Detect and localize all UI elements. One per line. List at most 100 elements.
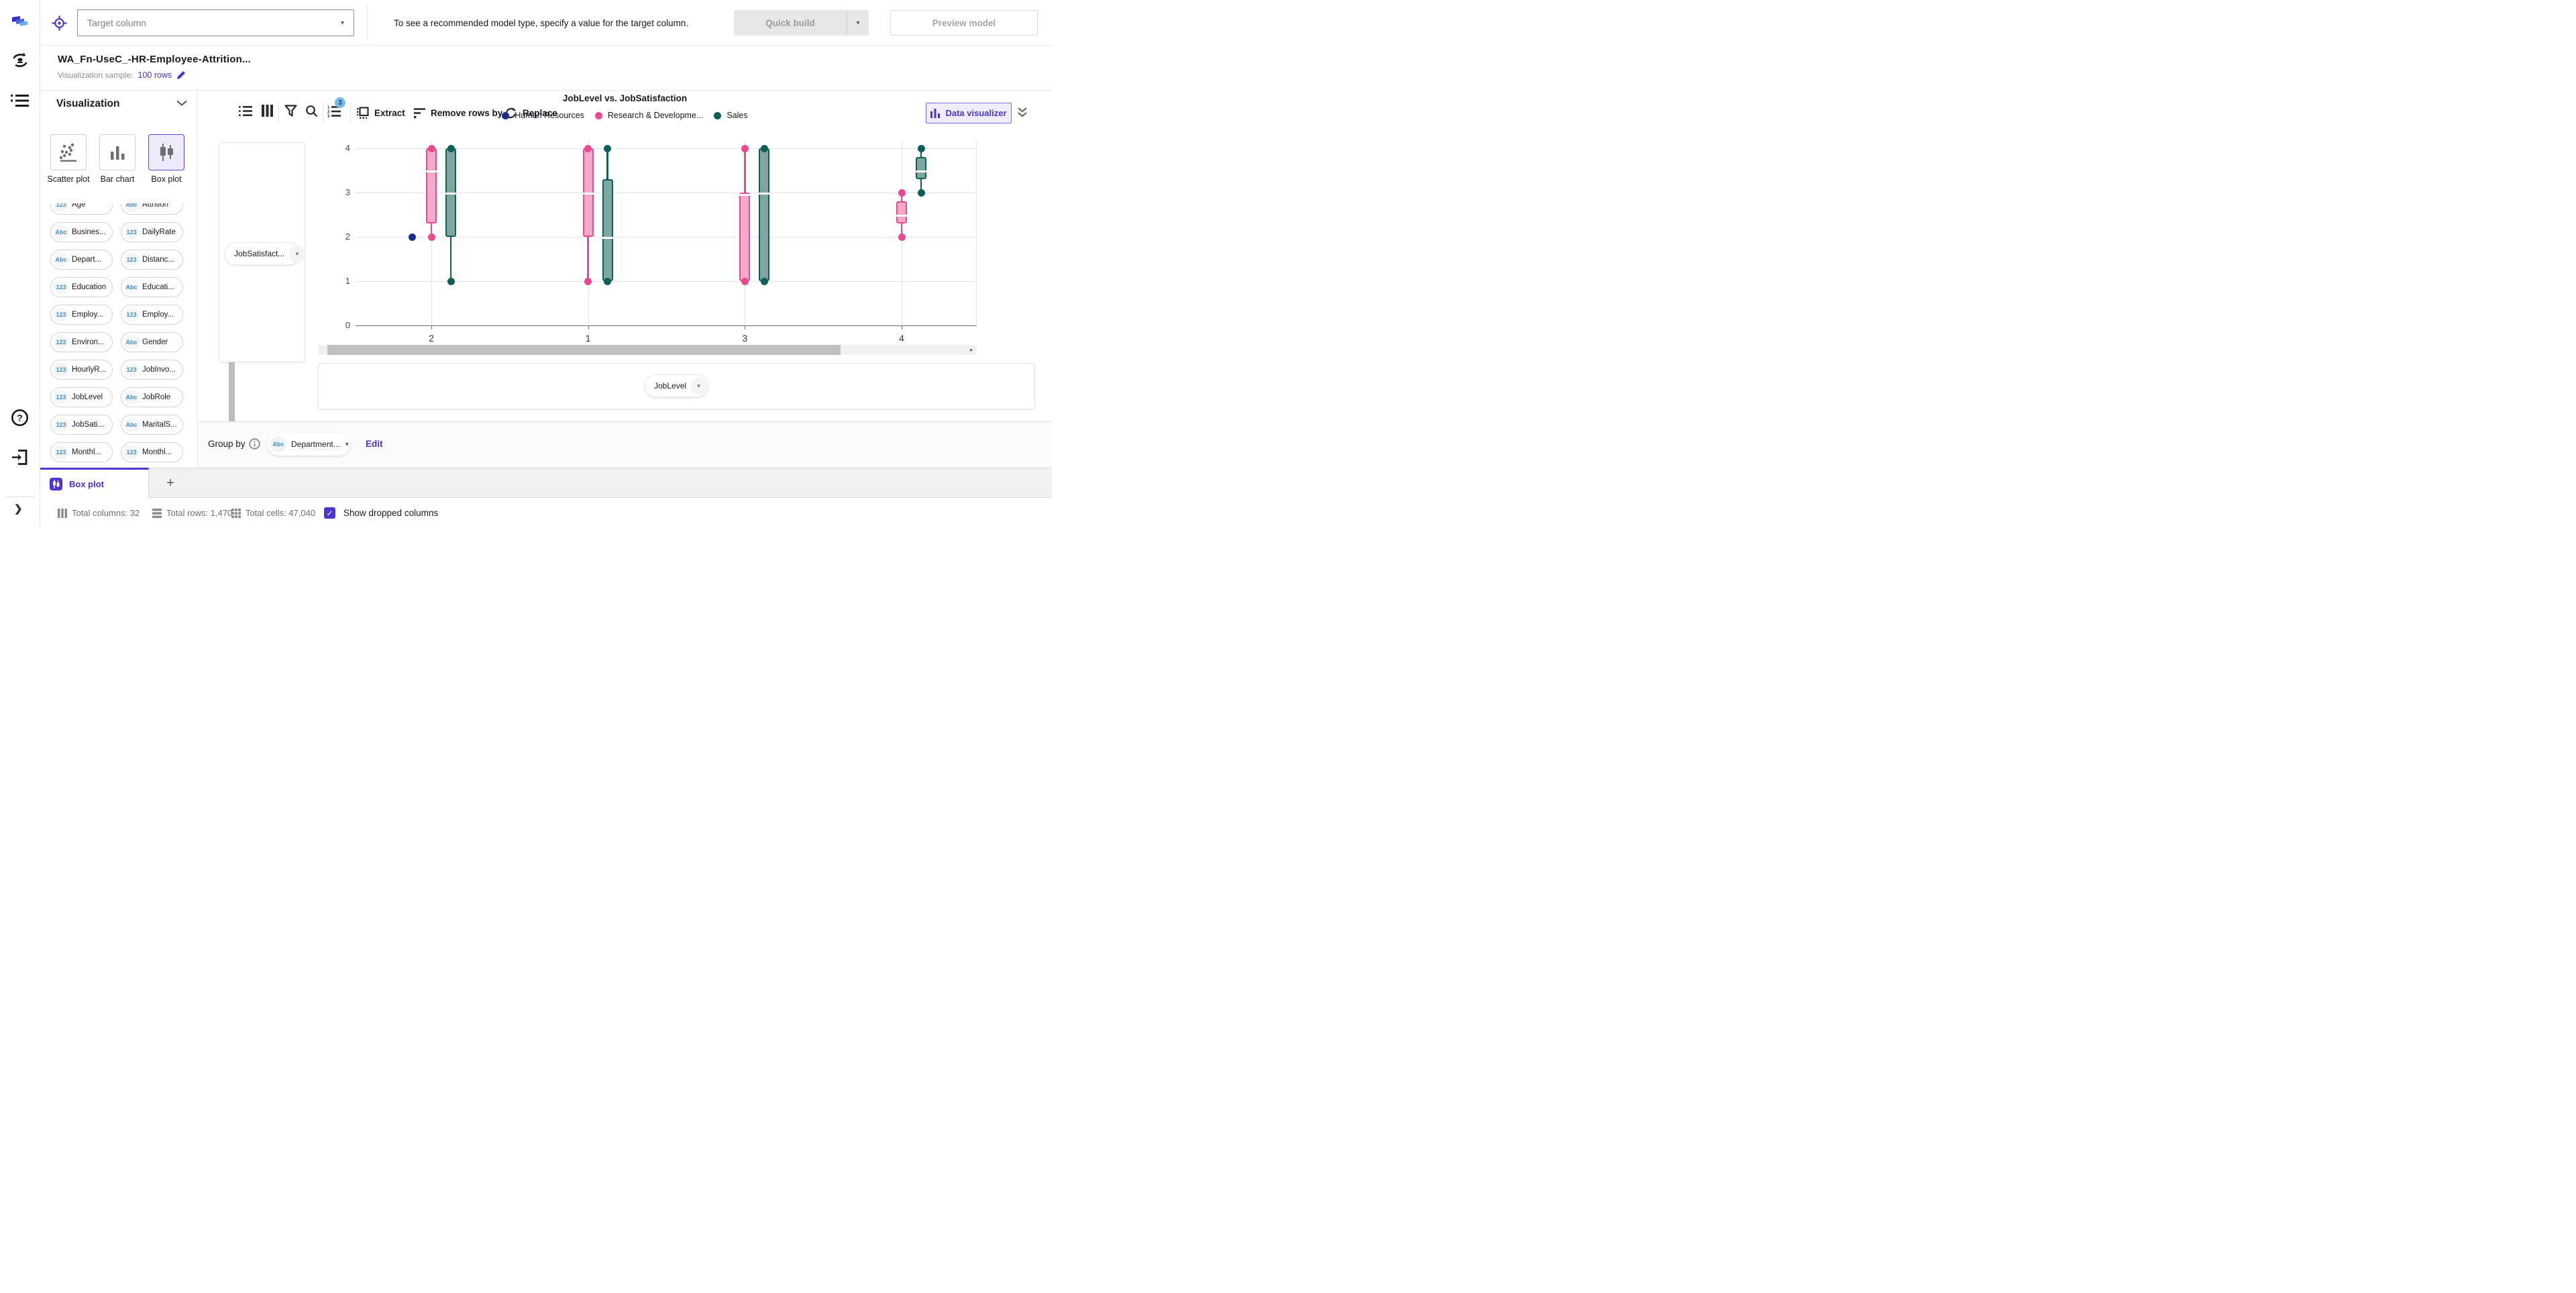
whisker-end-dot bbox=[447, 277, 455, 285]
legend-dot-icon bbox=[714, 111, 722, 119]
column-chip[interactable]: Abc Gender bbox=[121, 332, 183, 352]
column-type-badge: 123 bbox=[124, 445, 139, 460]
column-chip-label: JobInvo... bbox=[142, 366, 176, 374]
column-type-badge: 123 bbox=[54, 445, 68, 460]
box bbox=[602, 179, 613, 281]
app-window: ? ❯ Target column ▾ To see a recommended… bbox=[0, 0, 1052, 528]
y-tick-label: 0 bbox=[345, 320, 350, 330]
x-axis-field-dropdown[interactable]: JobLevel ▾ bbox=[645, 374, 708, 397]
caret-down-icon: ▾ bbox=[345, 440, 349, 448]
column-chip[interactable]: Abc Busines... bbox=[50, 222, 113, 242]
column-chip-label: JobSati... bbox=[72, 421, 104, 429]
chart-type-label: Box plot bbox=[151, 174, 182, 184]
columns-stat-icon bbox=[58, 508, 67, 518]
x-axis-dropzone: JobLevel ▾ bbox=[318, 363, 1035, 409]
column-type-badge: Abc bbox=[124, 203, 139, 212]
chart-type-scatter-plot[interactable] bbox=[50, 134, 87, 170]
x-tick-label: 1 bbox=[585, 333, 591, 344]
column-chip[interactable]: 123 Environ... bbox=[50, 332, 113, 352]
column-type-badge: Abc bbox=[54, 252, 68, 267]
column-chip[interactable]: 123 JobLevel bbox=[50, 387, 113, 407]
quick-build-button[interactable]: Quick build ▾ bbox=[734, 10, 869, 36]
whisker-end-dot bbox=[584, 144, 592, 152]
quick-build-caret[interactable]: ▾ bbox=[847, 10, 869, 36]
chart-type-box-plot[interactable] bbox=[148, 134, 184, 170]
whisker-end-dot bbox=[760, 144, 768, 152]
column-chip[interactable]: 123 Employ... bbox=[121, 305, 183, 325]
group-by-field-dropdown[interactable]: Abc Department... ▾ bbox=[267, 433, 350, 456]
column-chip[interactable]: 123 Distanc... bbox=[121, 250, 183, 270]
help-icon[interactable]: ? bbox=[11, 409, 29, 427]
column-chip[interactable]: Abc JobRole bbox=[121, 387, 183, 407]
target-icon bbox=[52, 15, 67, 31]
x-tick-label: 3 bbox=[742, 333, 748, 344]
tab-box-plot[interactable]: Box plot bbox=[40, 468, 149, 498]
expand-panel-chevron-icon[interactable]: ❯ bbox=[14, 503, 23, 515]
add-tab-button[interactable]: + bbox=[156, 468, 185, 498]
column-type-badge: 123 bbox=[54, 335, 68, 350]
column-chip-label: Age bbox=[72, 203, 86, 209]
chart-hscrollbar-thumb[interactable] bbox=[327, 345, 841, 355]
visualization-panel: Visualization Scatter plot Bar chart Box p… bbox=[40, 91, 235, 468]
quick-build-label: Quick build bbox=[765, 17, 815, 28]
box bbox=[426, 148, 437, 224]
recommendation-message: To see a recommended model type, specify… bbox=[394, 17, 688, 28]
divider bbox=[367, 5, 368, 40]
bottom-tab-bar: Box plot + bbox=[40, 468, 1052, 498]
column-chip-label: Distanc... bbox=[142, 256, 174, 264]
chart-title: JobLevel vs. JobSatisfaction bbox=[562, 93, 688, 103]
sample-value-link[interactable]: 100 rows bbox=[138, 70, 172, 80]
edit-sample-pencil-icon[interactable] bbox=[176, 70, 186, 80]
column-chip[interactable]: 123 Age bbox=[50, 203, 113, 215]
box bbox=[896, 201, 907, 224]
column-chip[interactable]: 123 JobSati... bbox=[50, 415, 113, 435]
column-type-badge: 123 bbox=[124, 225, 139, 240]
whisker-end-dot bbox=[760, 277, 768, 285]
x-tick-label: 2 bbox=[429, 333, 434, 344]
check-icon: ✓ bbox=[326, 508, 333, 518]
preview-model-button[interactable]: Preview model bbox=[890, 10, 1038, 36]
y-axis-field-dropdown[interactable]: JobSatisfact... ▾ bbox=[225, 242, 306, 265]
y-axis-dropzone: JobSatisfact... ▾ bbox=[219, 142, 306, 362]
dataset-toolbar: WA_Fn-UseC_-HR-Employee-Attrition... Vis… bbox=[40, 46, 1052, 123]
caret-down-icon: ▾ bbox=[340, 19, 344, 27]
column-chip[interactable]: 123 HourlyR... bbox=[50, 360, 113, 380]
column-type-badge: Abc bbox=[124, 280, 139, 295]
scroll-right-icon[interactable]: ▸ bbox=[970, 346, 973, 354]
box-median bbox=[602, 237, 613, 239]
target-column-select[interactable]: Target column ▾ bbox=[77, 9, 354, 36]
legend-item: Research & Developme... bbox=[594, 111, 704, 120]
collapse-chevron-icon[interactable] bbox=[176, 100, 187, 107]
svg-text:1: 1 bbox=[327, 106, 330, 110]
column-chip[interactable]: Abc Attrition bbox=[121, 203, 183, 215]
column-chip[interactable]: 123 Monthl... bbox=[121, 442, 183, 462]
column-chip-label: Attrition bbox=[142, 203, 168, 209]
app-logo-icon[interactable] bbox=[11, 12, 30, 31]
column-chip[interactable]: 123 Employ... bbox=[50, 305, 113, 325]
info-icon[interactable] bbox=[249, 438, 260, 450]
column-chip[interactable]: Abc Educati... bbox=[121, 277, 183, 297]
column-chip[interactable]: 123 Education bbox=[50, 277, 113, 297]
show-dropped-checkbox[interactable]: ✓ bbox=[324, 507, 335, 519]
logout-icon[interactable] bbox=[11, 448, 29, 466]
legend-label: Research & Developme... bbox=[607, 111, 704, 120]
group-by-row: Group by Abc Department... ▾ Edit bbox=[198, 421, 1052, 468]
visualization-panel-title: Visualization bbox=[56, 98, 120, 109]
column-chip[interactable]: Abc MaritalS... bbox=[121, 415, 183, 435]
data-list-icon[interactable] bbox=[11, 94, 29, 107]
column-chip-label: Busines... bbox=[72, 228, 106, 236]
models-icon[interactable] bbox=[11, 51, 30, 70]
rows-stat-icon bbox=[152, 508, 162, 518]
column-chip-label: Employ... bbox=[142, 311, 174, 319]
chart-type-bar-chart[interactable] bbox=[99, 134, 136, 170]
column-type-badge: 123 bbox=[54, 417, 68, 432]
column-chip[interactable]: 123 DailyRate bbox=[121, 222, 183, 242]
total-cells-stat: Total cells: 47,040 bbox=[231, 498, 315, 528]
group-by-edit-link[interactable]: Edit bbox=[366, 439, 383, 449]
column-chip[interactable]: 123 Monthl... bbox=[50, 442, 113, 462]
column-chip[interactable]: 123 JobInvo... bbox=[121, 360, 183, 380]
legend-dot-icon bbox=[594, 111, 602, 119]
column-type-badge: 123 bbox=[124, 252, 139, 267]
whisker-end-dot bbox=[584, 277, 592, 285]
column-chip[interactable]: Abc Depart... bbox=[50, 250, 113, 270]
